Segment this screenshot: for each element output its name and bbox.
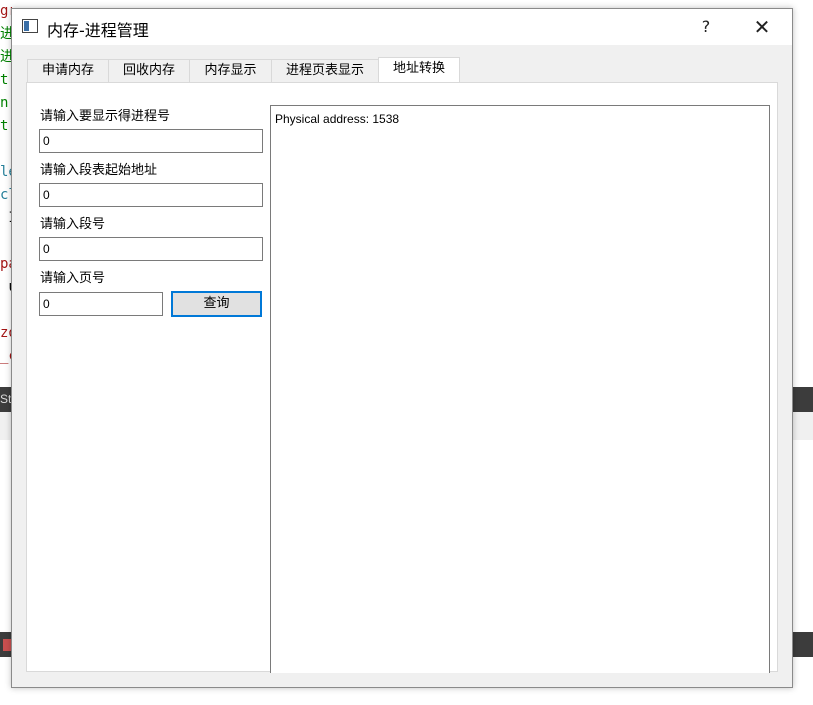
page-number-label: 请输入页号 bbox=[40, 271, 106, 286]
segment-table-start-input[interactable]: 0 bbox=[39, 183, 263, 207]
help-button[interactable]: ? bbox=[698, 17, 714, 37]
tab-reclaim-memory[interactable]: 回收内存 bbox=[108, 59, 190, 83]
tab-page-table-display[interactable]: 进程页表显示 bbox=[271, 59, 379, 83]
query-button[interactable]: 查询 bbox=[171, 291, 262, 317]
title-bar[interactable]: 内存-进程管理 ? ✕ bbox=[12, 9, 792, 45]
tab-request-memory[interactable]: 申请内存 bbox=[27, 59, 109, 83]
close-icon: ✕ bbox=[753, 15, 771, 39]
process-number-label: 请输入要显示得进程号 bbox=[40, 109, 171, 124]
background-status-text: St bbox=[0, 392, 12, 406]
output-textarea[interactable]: Physical address: 1538 bbox=[270, 105, 770, 673]
physical-address-output: Physical address: 1538 bbox=[275, 112, 400, 126]
window-title: 内存-进程管理 bbox=[47, 21, 149, 40]
address-translation-panel: 请输入要显示得进程号 0 请输入段表起始地址 0 请输入段号 0 请输入页号 0… bbox=[26, 82, 778, 673]
tab-memory-display[interactable]: 内存显示 bbox=[189, 59, 272, 83]
background-taskbar-right bbox=[793, 632, 813, 657]
dialog-window: 内存-进程管理 ? ✕ 申请内存 回收内存 内存显示 进程页表显示 地址转换 请… bbox=[11, 8, 793, 688]
segment-number-label: 请输入段号 bbox=[40, 217, 106, 232]
process-number-input[interactable]: 0 bbox=[39, 129, 263, 153]
background-status-bar-right bbox=[793, 387, 813, 412]
segment-table-start-label: 请输入段表起始地址 bbox=[40, 163, 158, 178]
page-number-input[interactable]: 0 bbox=[39, 292, 163, 316]
tab-address-translation[interactable]: 地址转换 bbox=[378, 57, 460, 84]
app-window-icon bbox=[22, 19, 38, 33]
close-button[interactable]: ✕ bbox=[750, 15, 774, 39]
segment-number-input[interactable]: 0 bbox=[39, 237, 263, 261]
background-panel-right bbox=[793, 412, 813, 440]
background-red-marker bbox=[3, 639, 11, 651]
